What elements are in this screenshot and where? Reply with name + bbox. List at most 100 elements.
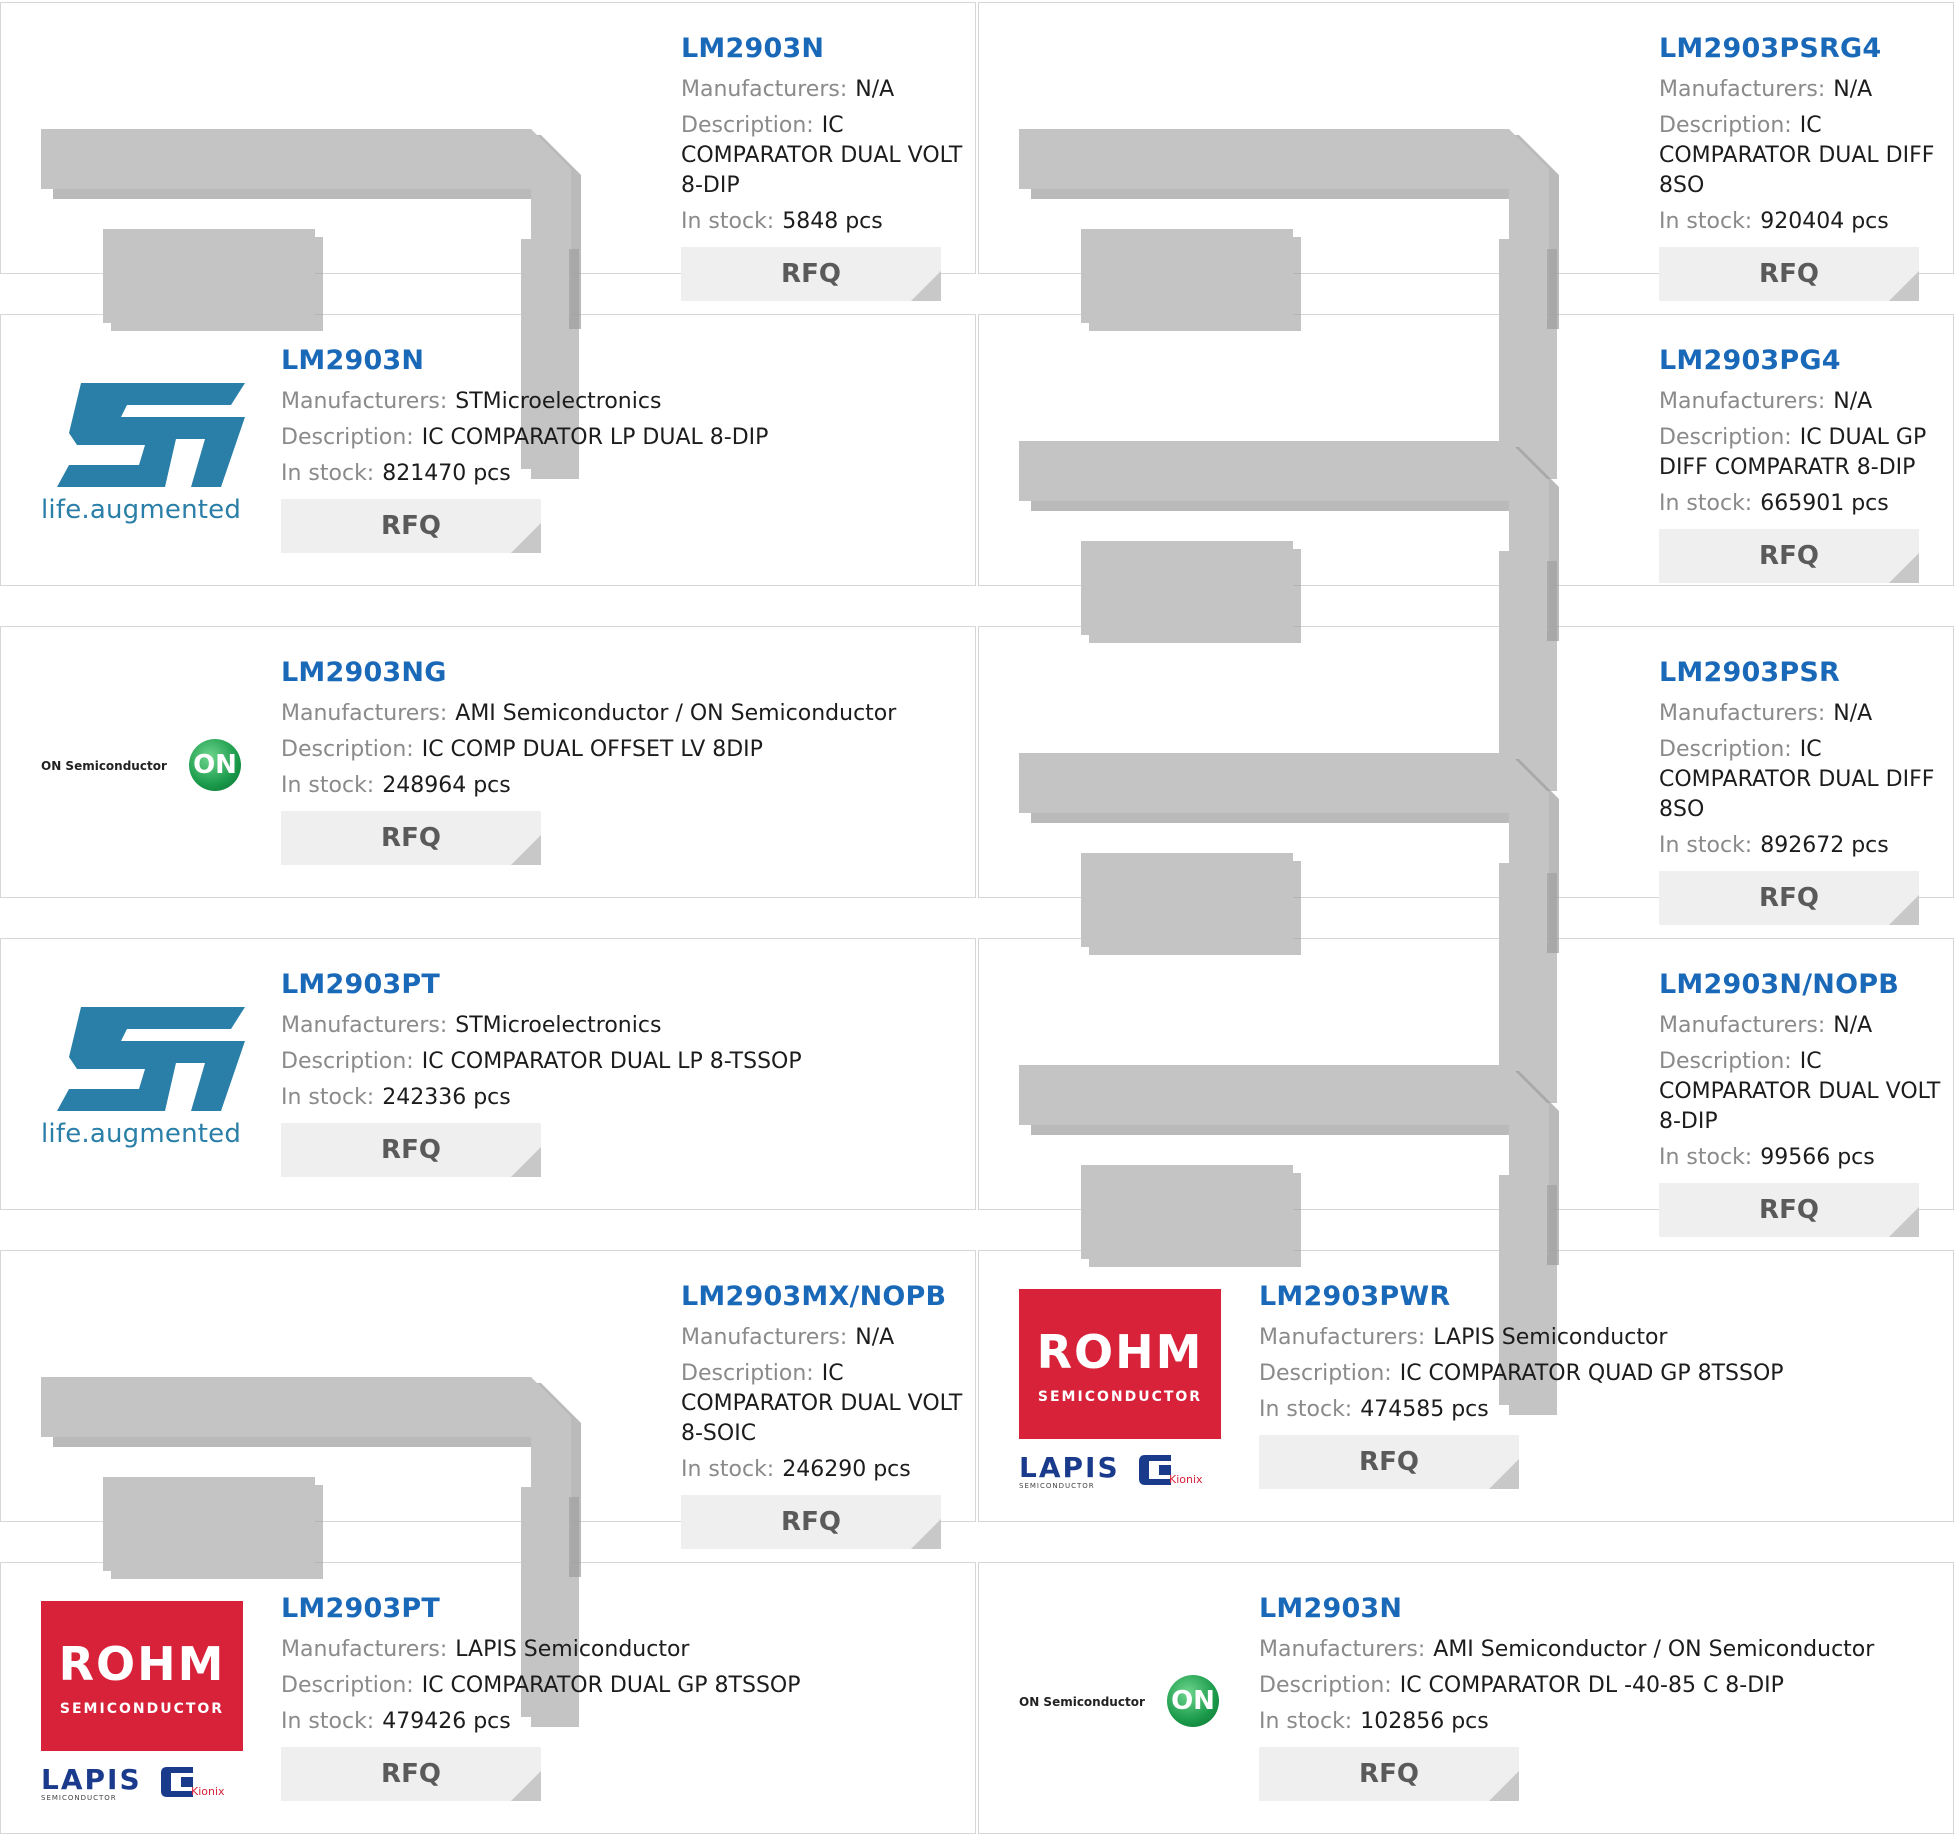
part-number-link[interactable]: LM2903PWR <box>1259 1279 1939 1315</box>
part-number-link[interactable]: LM2903MX/NOPB <box>681 1279 973 1315</box>
description-label: Description: <box>681 1361 814 1386</box>
manufacturer-value: N/A <box>855 77 895 102</box>
stock-value: 665901 pcs <box>1760 491 1889 516</box>
manufacturer-value: STMicroelectronics <box>455 389 662 414</box>
description-label: Description: <box>1659 1049 1792 1074</box>
product-info: LM2903PWR Manufacturers: LAPIS Semiconduc… <box>1259 1279 1939 1489</box>
description-label: Description: <box>681 113 814 138</box>
manufacturer-label: Manufacturers: <box>281 1013 448 1038</box>
stock-value: 892672 pcs <box>1760 833 1889 858</box>
description-value: IC COMPARATOR LP DUAL 8-DIP <box>421 425 769 450</box>
stock-label: In stock: <box>281 1709 375 1734</box>
rfq-button[interactable]: RFQ <box>1259 1435 1519 1489</box>
product-info: LM2903N Manufacturers: AMI Semiconductor … <box>1259 1591 1939 1801</box>
rfq-button[interactable]: RFQ <box>1259 1747 1519 1801</box>
product-info: LM2903PSR Manufacturers: N/A Description:… <box>1659 655 1951 925</box>
st-mark-icon <box>41 1007 245 1111</box>
rfq-button[interactable]: RFQ <box>681 1495 941 1549</box>
description-label: Description: <box>1259 1673 1392 1698</box>
manufacturer-label: Manufacturers: <box>1659 77 1826 102</box>
part-number-link[interactable]: LM2903NG <box>281 655 961 691</box>
rfq-button[interactable]: RFQ <box>281 1123 541 1177</box>
rfq-button[interactable]: RFQ <box>681 247 941 301</box>
stock-label: In stock: <box>281 773 375 798</box>
rfq-button[interactable]: RFQ <box>1659 871 1919 925</box>
part-number-link[interactable]: LM2903N <box>1259 1591 1939 1627</box>
stock-value: 474585 pcs <box>1360 1397 1489 1422</box>
manufacturer-value: LAPIS Semiconductor <box>1433 1325 1668 1350</box>
description-label: Description: <box>1659 113 1792 138</box>
manufacturer-label: Manufacturers: <box>1259 1637 1426 1662</box>
lapis-wordmark: LAPIS SEMICONDUCTOR <box>41 1763 142 1802</box>
rfq-button[interactable]: RFQ <box>281 811 541 865</box>
description-label: Description: <box>281 1049 414 1074</box>
manufacturer-label: Manufacturers: <box>1659 1013 1826 1038</box>
description-value: IC COMPARATOR DUAL LP 8-TSSOP <box>421 1049 802 1074</box>
stock-label: In stock: <box>1659 209 1753 234</box>
product-card: LM2903PG4 Manufacturers: N/A Description:… <box>978 314 1954 791</box>
part-number-link[interactable]: LM2903PSR <box>1659 655 1951 691</box>
product-card: LM2903PSR Manufacturers: N/A Description:… <box>978 626 1954 1103</box>
part-number-link[interactable]: LM2903N/NOPB <box>1659 967 1951 1003</box>
description-value: IC COMPARATOR QUAD GP 8TSSOP <box>1399 1361 1784 1386</box>
on-semi-wordmark: ON Semiconductor <box>41 759 167 773</box>
st-logo: life.augmented <box>41 383 245 533</box>
product-card: LM2903PSRG4 Manufacturers: N/A Descriptio… <box>978 2 1954 479</box>
part-number-link[interactable]: LM2903N <box>681 31 973 67</box>
lapis-wordmark: LAPIS SEMICONDUCTOR <box>1019 1451 1120 1490</box>
stock-value: 242336 pcs <box>382 1085 511 1110</box>
on-semi-logo: ON Semiconductor ON <box>1019 1673 1223 1733</box>
rohm-badge: ROHM SEMICONDUCTOR <box>1019 1289 1221 1439</box>
kionix-wordmark: Kionix <box>191 1785 225 1798</box>
rfq-button[interactable]: RFQ <box>1659 529 1919 583</box>
lapis-name: LAPIS <box>1019 1451 1120 1484</box>
rohm-badge: ROHM SEMICONDUCTOR <box>41 1601 243 1751</box>
manufacturer-value: N/A <box>1833 701 1873 726</box>
st-tagline: life.augmented <box>41 1119 242 1149</box>
stock-label: In stock: <box>1259 1397 1353 1422</box>
manufacturer-label: Manufacturers: <box>281 1637 448 1662</box>
kionix-wordmark: Kionix <box>1169 1473 1203 1486</box>
manufacturer-value: AMI Semiconductor / ON Semiconductor <box>1433 1637 1875 1662</box>
part-number-link[interactable]: LM2903PT <box>281 1591 961 1627</box>
manufacturer-value: N/A <box>1833 77 1873 102</box>
on-semi-logo: ON Semiconductor ON <box>41 737 245 797</box>
stock-label: In stock: <box>681 209 775 234</box>
on-semi-wordmark: ON Semiconductor <box>1019 1695 1145 1709</box>
product-info: LM2903NG Manufacturers: AMI Semiconductor… <box>281 655 961 865</box>
product-info: LM2903PG4 Manufacturers: N/A Description:… <box>1659 343 1951 583</box>
rfq-button[interactable]: RFQ <box>1659 1183 1919 1237</box>
product-info: LM2903PT Manufacturers: LAPIS Semiconduct… <box>281 1591 961 1801</box>
stock-label: In stock: <box>681 1457 775 1482</box>
stock-value: 99566 pcs <box>1760 1145 1875 1170</box>
rohm-subtitle: SEMICONDUCTOR <box>59 1701 225 1717</box>
part-number-link[interactable]: LM2903PT <box>281 967 961 1003</box>
stock-value: 920404 pcs <box>1760 209 1889 234</box>
lapis-name: LAPIS <box>41 1763 142 1796</box>
stock-label: In stock: <box>1659 1145 1753 1170</box>
part-number-link[interactable]: LM2903PG4 <box>1659 343 1951 379</box>
rfq-button[interactable]: RFQ <box>281 499 541 553</box>
st-mark-icon <box>41 383 245 487</box>
stock-value: 246290 pcs <box>782 1457 911 1482</box>
rfq-button[interactable]: RFQ <box>281 1747 541 1801</box>
part-number-link[interactable]: LM2903PSRG4 <box>1659 31 1951 67</box>
product-card: LM2903N Manufacturers: N/A Description: IC… <box>0 2 976 479</box>
manufacturer-label: Manufacturers: <box>281 389 448 414</box>
rfq-button[interactable]: RFQ <box>1659 247 1919 301</box>
manufacturer-label: Manufacturers: <box>1659 389 1826 414</box>
product-info: LM2903N/NOPB Manufacturers: N/A Descripti… <box>1659 967 1951 1237</box>
manufacturer-value: N/A <box>855 1325 895 1350</box>
manufacturer-label: Manufacturers: <box>1259 1325 1426 1350</box>
stock-label: In stock: <box>1259 1709 1353 1734</box>
description-value: IC COMPARATOR DUAL GP 8TSSOP <box>421 1673 801 1698</box>
product-card: ROHM SEMICONDUCTOR LAPIS SEMICONDUCTOR K… <box>978 1250 1954 1522</box>
product-info: LM2903N Manufacturers: STMicroelectronics… <box>281 343 961 553</box>
product-card: ON Semiconductor ON LM2903N Manufacturer… <box>978 1562 1954 1834</box>
rohm-lapis-logo: ROHM SEMICONDUCTOR LAPIS SEMICONDUCTOR K… <box>41 1601 243 1802</box>
stock-value: 5848 pcs <box>782 209 883 234</box>
st-logo: life.augmented <box>41 1007 245 1157</box>
product-card: life.augmented LM2903N Manufacturers: STM… <box>0 314 976 586</box>
manufacturer-value: N/A <box>1833 1013 1873 1038</box>
part-number-link[interactable]: LM2903N <box>281 343 961 379</box>
